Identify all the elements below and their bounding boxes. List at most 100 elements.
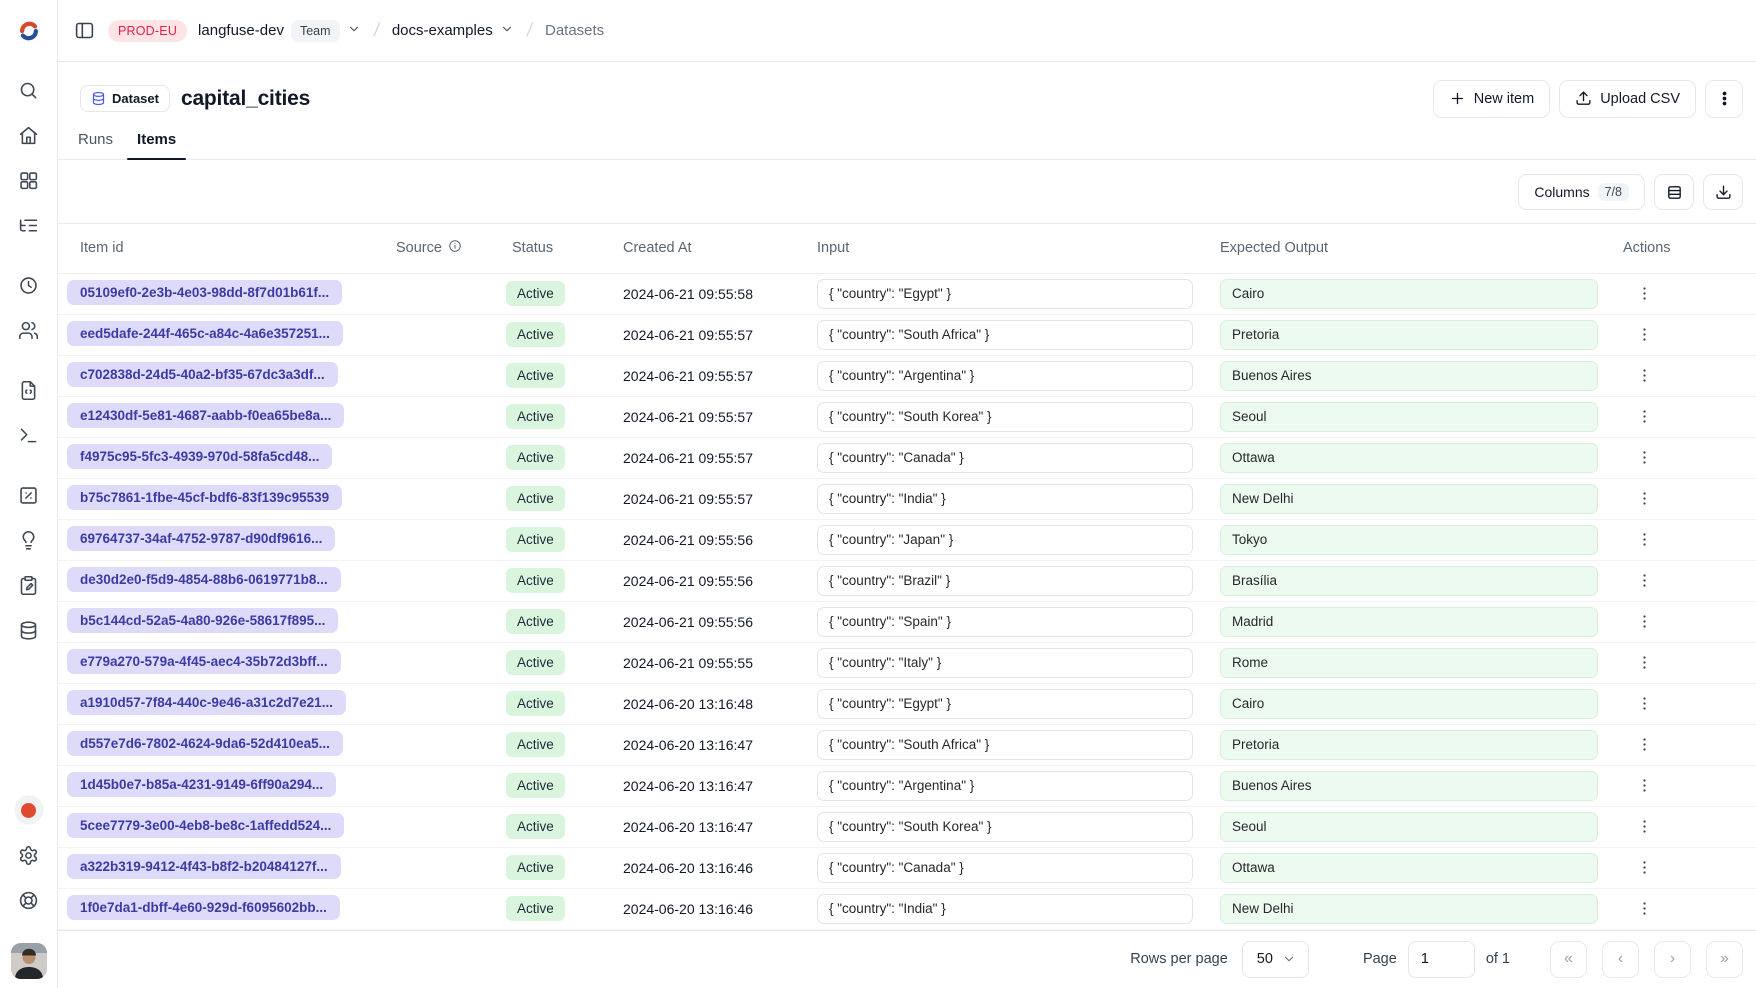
breadcrumb-section[interactable]: Datasets bbox=[545, 22, 604, 39]
expected-output-value[interactable]: Seoul bbox=[1220, 402, 1598, 432]
user-avatar[interactable] bbox=[11, 943, 47, 979]
expected-output-value[interactable]: New Delhi bbox=[1220, 894, 1598, 924]
input-value[interactable]: { "country": "South Korea" } bbox=[817, 402, 1193, 432]
expected-output-value[interactable]: Ottawa bbox=[1220, 853, 1598, 883]
expected-output-value[interactable]: Buenos Aires bbox=[1220, 771, 1598, 801]
export-button[interactable] bbox=[1703, 174, 1743, 210]
expected-output-value[interactable]: Madrid bbox=[1220, 607, 1598, 637]
sidebar-item-sessions[interactable] bbox=[11, 267, 47, 303]
sidebar-item-suggestions[interactable] bbox=[11, 522, 47, 558]
input-value[interactable]: { "country": "Canada" } bbox=[817, 853, 1193, 883]
item-id-link[interactable]: b75c7861-1fbe-45cf-bdf6-83f139c95539 bbox=[67, 485, 342, 510]
tab-items[interactable]: Items bbox=[127, 120, 186, 159]
sidebar-item-playground[interactable] bbox=[11, 417, 47, 453]
row-actions-button[interactable] bbox=[1629, 607, 1659, 637]
item-id-link[interactable]: 1f0e7da1-dbff-4e60-929d-f6095602bb... bbox=[67, 895, 340, 920]
item-id-link[interactable]: f4975c95-5fc3-4939-970d-58fa5cd48... bbox=[67, 444, 332, 469]
expected-output-value[interactable]: Cairo bbox=[1220, 689, 1598, 719]
expected-output-value[interactable]: New Delhi bbox=[1220, 484, 1598, 514]
sidebar-item-annotation[interactable] bbox=[11, 567, 47, 603]
row-actions-button[interactable] bbox=[1629, 853, 1659, 883]
input-value[interactable]: { "country": "Egypt" } bbox=[817, 689, 1193, 719]
item-id-link[interactable]: c702838d-24d5-40a2-bf35-67dc3a3df... bbox=[67, 362, 338, 387]
item-id-link[interactable]: 69764737-34af-4752-9787-d90df9616... bbox=[67, 526, 335, 551]
row-actions-button[interactable] bbox=[1629, 689, 1659, 719]
input-value[interactable]: { "country": "Egypt" } bbox=[817, 279, 1193, 309]
input-value[interactable]: { "country": "Canada" } bbox=[817, 443, 1193, 473]
expected-output-value[interactable]: Tokyo bbox=[1220, 525, 1598, 555]
last-page-button[interactable]: » bbox=[1706, 941, 1743, 978]
row-actions-button[interactable] bbox=[1629, 320, 1659, 350]
sidebar-item-prompts[interactable] bbox=[11, 372, 47, 408]
input-value[interactable]: { "country": "India" } bbox=[817, 484, 1193, 514]
row-actions-button[interactable] bbox=[1629, 648, 1659, 678]
item-id-link[interactable]: eed5dafe-244f-465c-a84c-4a6e357251... bbox=[67, 321, 343, 346]
first-page-button[interactable]: « bbox=[1550, 941, 1587, 978]
item-id-link[interactable]: d557e7d6-7802-4624-9da6-52d410ea5... bbox=[67, 731, 343, 756]
sidebar-item-dashboards[interactable] bbox=[11, 162, 47, 198]
expected-output-value[interactable]: Cairo bbox=[1220, 279, 1598, 309]
rows-per-page-select[interactable]: 50 bbox=[1242, 941, 1309, 978]
input-value[interactable]: { "country": "India" } bbox=[817, 894, 1193, 924]
sidebar-item-settings[interactable] bbox=[11, 837, 47, 873]
input-value[interactable]: { "country": "Argentina" } bbox=[817, 361, 1193, 391]
input-value[interactable]: { "country": "South Africa" } bbox=[817, 730, 1193, 760]
sidebar-toggle-button[interactable] bbox=[72, 18, 97, 43]
item-id-link[interactable]: de30d2e0-f5d9-4854-88b6-0619771b8... bbox=[67, 567, 341, 592]
expected-output-value[interactable]: Ottawa bbox=[1220, 443, 1598, 473]
page-number-input[interactable] bbox=[1408, 941, 1475, 978]
expected-output-value[interactable]: Pretoria bbox=[1220, 320, 1598, 350]
project-switcher[interactable]: docs-examples bbox=[392, 22, 514, 39]
sidebar-item-home[interactable] bbox=[11, 117, 47, 153]
row-actions-button[interactable] bbox=[1629, 771, 1659, 801]
sidebar-item-users[interactable] bbox=[11, 312, 47, 348]
sidebar-item-tracing[interactable] bbox=[11, 207, 47, 243]
item-id-link[interactable]: e12430df-5e81-4687-aabb-f0ea65be8a... bbox=[67, 403, 344, 428]
input-value[interactable]: { "country": "South Korea" } bbox=[817, 812, 1193, 842]
input-value[interactable]: { "country": "South Africa" } bbox=[817, 320, 1193, 350]
previous-page-button[interactable]: ‹ bbox=[1602, 941, 1639, 978]
row-actions-button[interactable] bbox=[1629, 279, 1659, 309]
item-id-link[interactable]: 1d45b0e7-b85a-4231-9149-6ff90a294... bbox=[67, 772, 336, 797]
row-actions-button[interactable] bbox=[1629, 402, 1659, 432]
input-value[interactable]: { "country": "Japan" } bbox=[817, 525, 1193, 555]
item-id-link[interactable]: a1910d57-7f84-440c-9e46-a31c2d7e21... bbox=[67, 690, 346, 715]
row-actions-button[interactable] bbox=[1629, 443, 1659, 473]
item-id-link[interactable]: 5cee7779-3e00-4eb8-be8c-1affedd524... bbox=[67, 813, 344, 838]
row-actions-button[interactable] bbox=[1629, 361, 1659, 391]
recording-status-indicator[interactable] bbox=[11, 792, 47, 828]
sidebar-item-search[interactable] bbox=[11, 72, 47, 108]
item-id-link[interactable]: b5c144cd-52a5-4a80-926e-58617f895... bbox=[67, 608, 338, 633]
expected-output-value[interactable]: Buenos Aires bbox=[1220, 361, 1598, 391]
actions-cell bbox=[1607, 601, 1756, 642]
sidebar-item-datasets[interactable] bbox=[11, 612, 47, 648]
dataset-more-actions-button[interactable] bbox=[1705, 80, 1743, 118]
input-value[interactable]: { "country": "Spain" } bbox=[817, 607, 1193, 637]
row-actions-button[interactable] bbox=[1629, 894, 1659, 924]
row-height-button[interactable] bbox=[1654, 174, 1694, 210]
columns-button[interactable]: Columns 7/8 bbox=[1518, 174, 1645, 210]
item-id-link[interactable]: e779a270-579a-4f45-aec4-35b72d3bff... bbox=[67, 649, 341, 674]
next-page-button[interactable]: › bbox=[1654, 941, 1691, 978]
input-value[interactable]: { "country": "Italy" } bbox=[817, 648, 1193, 678]
info-icon[interactable] bbox=[448, 239, 462, 257]
row-actions-button[interactable] bbox=[1629, 812, 1659, 842]
expected-output-value[interactable]: Pretoria bbox=[1220, 730, 1598, 760]
item-id-link[interactable]: a322b319-9412-4f43-b8f2-b20484127f... bbox=[67, 854, 341, 879]
input-value[interactable]: { "country": "Brazil" } bbox=[817, 566, 1193, 596]
expected-output-value[interactable]: Rome bbox=[1220, 648, 1598, 678]
expected-output-value[interactable]: Brasília bbox=[1220, 566, 1598, 596]
row-actions-button[interactable] bbox=[1629, 484, 1659, 514]
sidebar-item-evaluation[interactable] bbox=[11, 477, 47, 513]
organization-switcher[interactable]: langfuse-dev Team bbox=[198, 20, 360, 42]
upload-csv-button[interactable]: Upload CSV bbox=[1559, 80, 1696, 118]
tab-runs[interactable]: Runs bbox=[68, 120, 123, 159]
sidebar-item-support[interactable] bbox=[11, 882, 47, 918]
item-id-link[interactable]: 05109ef0-2e3b-4e03-98dd-8f7d01b61f... bbox=[67, 280, 342, 305]
input-value[interactable]: { "country": "Argentina" } bbox=[817, 771, 1193, 801]
row-actions-button[interactable] bbox=[1629, 730, 1659, 760]
row-actions-button[interactable] bbox=[1629, 566, 1659, 596]
new-item-button[interactable]: New item bbox=[1433, 80, 1550, 118]
expected-output-value[interactable]: Seoul bbox=[1220, 812, 1598, 842]
row-actions-button[interactable] bbox=[1629, 525, 1659, 555]
